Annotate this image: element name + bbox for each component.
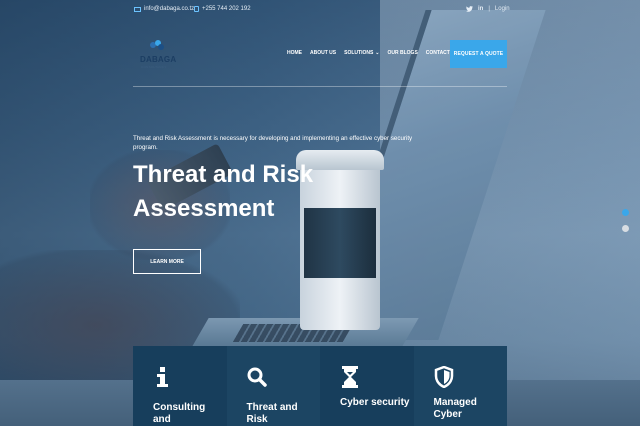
nav-item-contact[interactable]: CONTACT [426, 50, 450, 56]
service-card-threat-risk[interactable]: Threat and Risk [226, 346, 320, 426]
service-card-cyber-security[interactable]: Cyber security [320, 346, 414, 426]
login-link[interactable]: Login [495, 6, 510, 12]
shield-icon [434, 366, 453, 388]
service-card-consulting[interactable]: Consulting and [133, 346, 227, 426]
service-label: Threat and Risk [246, 402, 298, 425]
logo-name: DABAGA [140, 55, 177, 64]
separator: | [488, 6, 490, 12]
service-cards: Consulting and Threat and Risk Cyber sec… [133, 346, 507, 426]
nav-item-solutions-label: SOLUTIONS [344, 50, 374, 56]
hero-intro: Threat and Risk Assessment is necessary … [133, 135, 413, 151]
contact-phone[interactable]: +255 744 202 192 [194, 6, 251, 12]
twitter-icon[interactable] [466, 6, 473, 12]
info-icon [157, 367, 168, 387]
email-text[interactable]: info@dabaga.co.tz [144, 6, 194, 12]
logo[interactable]: DABAGA CONSULTANCY [140, 38, 176, 72]
phone-text[interactable]: +255 744 202 192 [202, 6, 251, 12]
mail-icon [134, 6, 141, 12]
request-quote-button[interactable]: REQUEST A QUOTE [450, 40, 507, 68]
nav-item-about-us[interactable]: ABOUT US [310, 50, 336, 56]
service-label: Managed Cyber [433, 397, 477, 420]
slider-dot[interactable] [622, 225, 629, 232]
main-nav: HOME ABOUT US SOLUTIONS ⌄ OUR BLOGS CONTA… [287, 50, 450, 56]
service-card-managed-cyber[interactable]: Managed Cyber [413, 346, 507, 426]
slider-dot-active[interactable] [622, 209, 629, 216]
top-bar: info@dabaga.co.tz +255 744 202 192 in | … [0, 6, 640, 20]
service-label: Consulting and [153, 402, 206, 425]
search-icon [247, 367, 267, 387]
social-links: in | Login [466, 6, 510, 12]
contact-email[interactable]: info@dabaga.co.tz [134, 6, 194, 12]
hero-title: Threat and Risk Assessment [133, 161, 314, 222]
learn-more-button[interactable]: LEARN MORE [133, 249, 201, 274]
header-divider [133, 86, 507, 87]
hourglass-icon [342, 366, 358, 388]
nav-item-solutions[interactable]: SOLUTIONS ⌄ [344, 50, 379, 56]
logo-mark-icon [150, 40, 164, 50]
linkedin-icon[interactable]: in [478, 6, 483, 12]
phone-icon [194, 6, 199, 12]
logo-subtitle: CONSULTANCY [141, 65, 167, 69]
nav-item-home[interactable]: HOME [287, 50, 302, 56]
service-label: Cyber security [340, 397, 410, 408]
nav-item-our-blogs[interactable]: OUR BLOGS [388, 50, 418, 56]
chevron-down-icon: ⌄ [375, 50, 380, 56]
